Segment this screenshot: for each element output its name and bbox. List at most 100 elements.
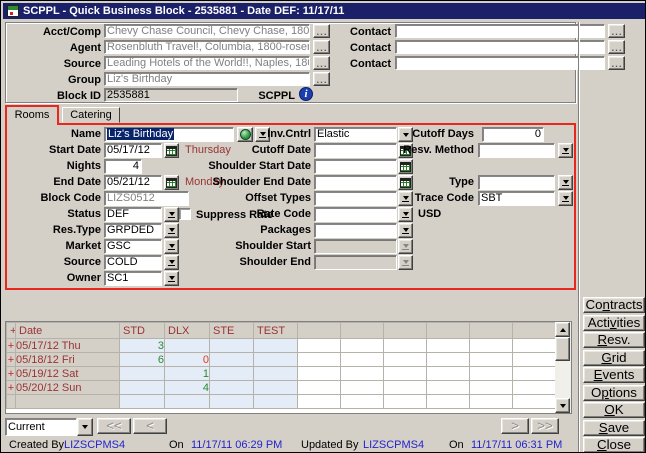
end-date-field[interactable]: 05/21/12	[104, 175, 162, 190]
nights-label: Nights	[11, 160, 101, 173]
last-page-button[interactable]: >>	[531, 418, 559, 434]
resv-method-lov-button[interactable]	[558, 143, 573, 158]
res-type-field[interactable]: GRPDED	[104, 223, 162, 238]
contracts-button[interactable]: Contracts	[583, 297, 645, 313]
source-field[interactable]: Leading Hotels of the World!!, Naples, 1…	[104, 56, 310, 70]
dropdown-arrow-icon	[82, 425, 88, 429]
ok-button[interactable]: OK	[583, 402, 645, 418]
source2-field[interactable]: COLD	[104, 255, 162, 270]
group-lov-button[interactable]: ...	[313, 72, 330, 86]
status-lov-button[interactable]	[164, 207, 179, 222]
contact3-field[interactable]	[395, 56, 605, 70]
contact2-field[interactable]	[395, 40, 605, 54]
cutoff-days-field[interactable]: 0	[482, 127, 544, 142]
agent-lov-button[interactable]: ...	[313, 40, 330, 54]
market-field[interactable]: GSC	[104, 239, 162, 254]
scroll-up-button[interactable]	[555, 322, 570, 337]
acct-comp-field[interactable]: Chevy Chase Council, Chevy Chase, 1800	[104, 24, 310, 38]
date-cell: 05/18/12 Fri	[16, 353, 120, 367]
tab-catering[interactable]: Catering	[62, 107, 120, 123]
resv-button[interactable]: Resv.	[583, 332, 645, 348]
view-dropdown-button[interactable]	[77, 418, 93, 436]
type-field[interactable]	[478, 175, 555, 190]
ste-cell[interactable]	[210, 339, 254, 353]
source2-lov-button[interactable]	[164, 255, 179, 270]
suppress-rate-checkbox[interactable]	[179, 208, 191, 220]
created-by-value: LIZSCPMS4	[64, 439, 125, 452]
test-cell[interactable]	[254, 353, 298, 367]
shoulder-end-lov-button	[398, 255, 413, 270]
title-bar[interactable]: SCPPL - Quick Business Block - 2535881 -…	[3, 3, 645, 19]
status-field[interactable]: DEF	[104, 207, 162, 222]
first-page-button[interactable]: <<	[97, 418, 131, 434]
group-field[interactable]: Liz's Birthday	[104, 72, 310, 86]
test-cell[interactable]	[254, 339, 298, 353]
trace-code-field[interactable]: SBT	[478, 191, 555, 206]
packages-lov-button[interactable]	[398, 223, 413, 238]
resv-method-field[interactable]	[478, 143, 555, 158]
acct-comp-lov-button[interactable]: ...	[313, 24, 330, 38]
dlx-cell[interactable]: 1	[165, 367, 210, 381]
save-button[interactable]: Save	[583, 420, 645, 436]
close-button[interactable]: Close	[583, 437, 645, 453]
market-lov-button[interactable]	[164, 239, 179, 254]
shoulder-start-date-field[interactable]	[314, 159, 397, 174]
res-type-lov-button[interactable]	[164, 223, 179, 238]
contact3-lov-button[interactable]: ...	[608, 56, 625, 70]
info-icon[interactable]: i	[299, 87, 313, 101]
tab-rooms[interactable]: Rooms	[5, 105, 59, 125]
std-cell[interactable]: 3	[120, 339, 165, 353]
app-icon	[7, 5, 19, 17]
grid-table: + Date STD DLX STE TEST + 05/17/12 Thu 3…	[6, 322, 556, 409]
col-header-date: Date	[16, 323, 120, 339]
start-date-calendar-button[interactable]	[164, 143, 179, 158]
activities-button[interactable]: Activities	[583, 315, 645, 331]
options-button[interactable]: Options	[583, 385, 645, 401]
std-cell[interactable]	[120, 381, 165, 395]
end-date-label: End Date	[11, 176, 101, 189]
agent-field[interactable]: Rosenbluth Travel!, Columbia, 1800-roser	[104, 40, 310, 54]
type-lov-button[interactable]	[558, 175, 573, 190]
agent-label: Agent	[31, 42, 101, 55]
trace-code-lov-button[interactable]	[558, 191, 573, 206]
start-date-field[interactable]: 05/17/12	[104, 143, 162, 158]
owner-lov-button[interactable]	[164, 271, 179, 286]
next-page-button[interactable]: >	[501, 418, 529, 434]
dlx-cell[interactable]: 4	[165, 381, 210, 395]
view-select[interactable]: Current	[5, 418, 77, 436]
test-cell[interactable]	[254, 381, 298, 395]
created-by-label: Created By	[9, 439, 64, 452]
contact1-lov-button[interactable]: ...	[608, 24, 625, 38]
rate-code-label: Rate Code	[201, 208, 311, 221]
dlx-cell[interactable]: 0	[165, 353, 210, 367]
nights-field[interactable]: 4	[104, 159, 142, 174]
grid-button[interactable]: Grid	[583, 350, 645, 366]
shoulder-start-date-calendar-button[interactable]	[398, 159, 413, 174]
ste-cell[interactable]	[210, 353, 254, 367]
rate-code-field[interactable]	[314, 207, 397, 222]
row-expand-icon[interactable]: +	[7, 323, 16, 339]
dlx-cell[interactable]	[165, 339, 210, 353]
rate-code-lov-button[interactable]	[398, 207, 413, 222]
std-cell[interactable]: 6	[120, 353, 165, 367]
row-expand-icon[interactable]: +	[7, 353, 16, 367]
std-cell[interactable]	[120, 367, 165, 381]
row-expand-icon[interactable]: +	[7, 381, 16, 395]
prev-page-button[interactable]: <	[133, 418, 167, 434]
end-date-calendar-button[interactable]	[164, 175, 179, 190]
source2-label: Source	[11, 256, 101, 269]
ste-cell[interactable]	[210, 367, 254, 381]
ste-cell[interactable]	[210, 381, 254, 395]
contact2-lov-button[interactable]: ...	[608, 40, 625, 54]
scroll-down-button[interactable]	[555, 398, 570, 413]
events-button[interactable]: Events	[583, 367, 645, 383]
row-expand-icon[interactable]: +	[7, 367, 16, 381]
contact1-field[interactable]	[395, 24, 605, 38]
scrollbar-thumb[interactable]	[555, 337, 570, 361]
row-expand-icon[interactable]: +	[7, 339, 16, 353]
packages-field[interactable]	[314, 223, 397, 238]
grid-scrollbar[interactable]	[555, 322, 571, 413]
source-lov-button[interactable]: ...	[313, 56, 330, 70]
test-cell[interactable]	[254, 367, 298, 381]
owner-field[interactable]: SC1	[104, 271, 162, 286]
